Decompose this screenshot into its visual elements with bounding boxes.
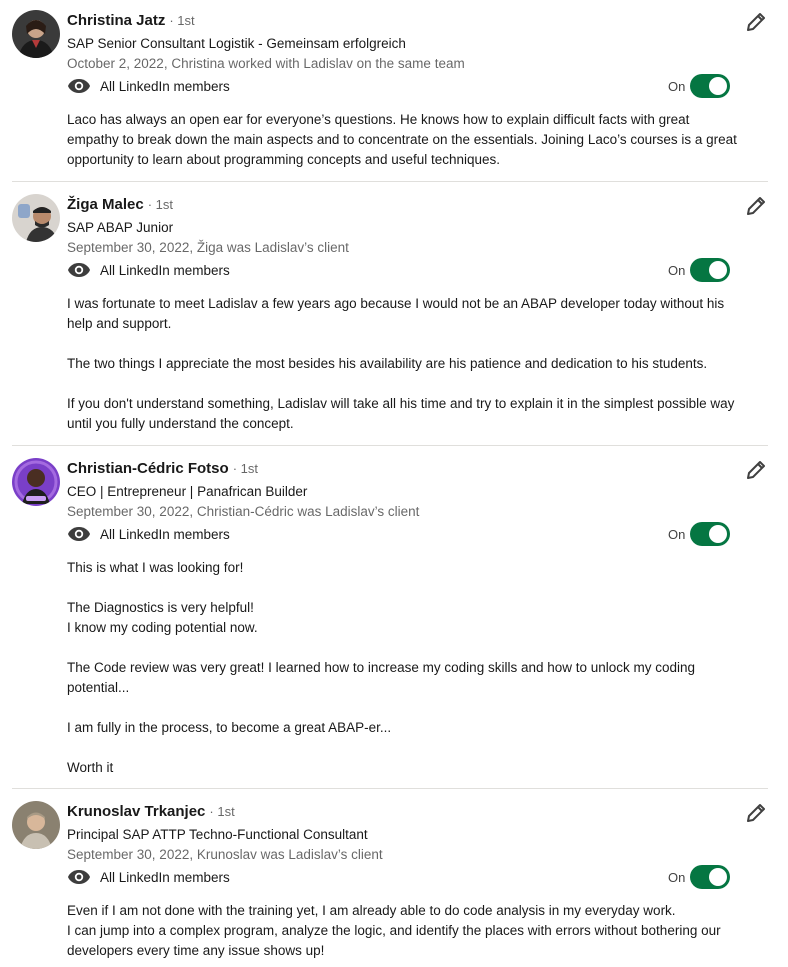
connection-degree: · 1st xyxy=(209,804,235,819)
recommendation-card: Žiga Malec · 1st SAP ABAP Junior Septembe… xyxy=(0,184,788,445)
visibility-label: All LinkedIn members xyxy=(100,526,230,542)
recommendation-meta: September 30, 2022, Christian-Cédric was… xyxy=(67,504,420,519)
visibility-label: All LinkedIn members xyxy=(100,262,230,278)
recommendation-paragraph: If you don't understand something, Ladis… xyxy=(67,396,735,431)
recommendation-text: Even if I am not done with the training … xyxy=(67,901,737,961)
toggle-knob xyxy=(709,261,727,279)
avatar[interactable] xyxy=(12,10,60,58)
toggle-label: On xyxy=(668,869,686,885)
visibility-label: All LinkedIn members xyxy=(100,78,230,94)
visibility-toggle[interactable]: On xyxy=(668,865,730,889)
recommendation-paragraph: Worth it xyxy=(67,760,114,775)
visibility-setting: All LinkedIn members xyxy=(67,261,230,279)
recommendation-text: I was fortunate to meet Ladislav a few y… xyxy=(67,294,737,434)
pencil-icon[interactable] xyxy=(744,458,768,482)
member-headline: SAP ABAP Junior xyxy=(67,220,174,235)
toggle-knob xyxy=(709,868,727,886)
recommendation-meta: September 30, 2022, Krunoslav was Ladisl… xyxy=(67,847,383,862)
divider xyxy=(12,181,768,182)
pencil-icon[interactable] xyxy=(744,194,768,218)
avatar[interactable] xyxy=(12,801,60,849)
pencil-icon[interactable] xyxy=(744,10,768,34)
recommendation-text: This is what I was looking for! The Diag… xyxy=(67,558,737,778)
toggle-switch[interactable] xyxy=(690,74,730,98)
connection-degree: · 1st xyxy=(232,461,258,476)
toggle-knob xyxy=(709,77,727,95)
member-headline: SAP Senior Consultant Logistik - Gemeins… xyxy=(67,36,406,51)
recommendation-meta: October 2, 2022, Christina worked with L… xyxy=(67,56,465,71)
visibility-toggle[interactable]: On xyxy=(668,74,730,98)
connection-degree: · 1st xyxy=(169,13,195,28)
eye-icon xyxy=(67,868,91,886)
eye-icon xyxy=(67,261,91,279)
divider xyxy=(12,788,768,789)
avatar[interactable] xyxy=(12,458,60,506)
recommendation-paragraph: Even if I am not done with the training … xyxy=(67,903,721,958)
member-headline: Principal SAP ATTP Techno-Functional Con… xyxy=(67,827,368,842)
member-name[interactable]: Christina Jatz · 1st xyxy=(67,12,195,29)
member-name[interactable]: Krunoslav Trkanjec · 1st xyxy=(67,803,235,820)
recommendation-text: Laco has always an open ear for everyone… xyxy=(67,110,737,170)
pencil-icon[interactable] xyxy=(744,801,768,825)
recommendation-paragraph: The two things I appreciate the most bes… xyxy=(67,356,708,371)
recommendation-paragraph: The Diagnostics is very helpful! I know … xyxy=(67,600,258,635)
eye-icon xyxy=(67,525,91,543)
visibility-setting: All LinkedIn members xyxy=(67,525,230,543)
toggle-label: On xyxy=(668,526,686,542)
toggle-switch[interactable] xyxy=(690,522,730,546)
member-name[interactable]: Christian-Cédric Fotso · 1st xyxy=(67,460,258,477)
recommendation-meta: September 30, 2022, Žiga was Ladislav’s … xyxy=(67,240,349,255)
member-headline: CEO | Entrepreneur | Panafrican Builder xyxy=(67,484,308,499)
toggle-switch[interactable] xyxy=(690,258,730,282)
recommendation-paragraph: I was fortunate to meet Ladislav a few y… xyxy=(67,296,725,331)
recommendation-card: Krunoslav Trkanjec · 1st Principal SAP AT… xyxy=(0,791,788,967)
recommendation-paragraph: Laco has always an open ear for everyone… xyxy=(67,112,737,167)
recommendation-card: Christina Jatz · 1st SAP Senior Consultan… xyxy=(0,0,788,181)
visibility-label: All LinkedIn members xyxy=(100,869,230,885)
recommendation-paragraph: This is what I was looking for! xyxy=(67,560,244,575)
divider xyxy=(12,445,768,446)
visibility-toggle[interactable]: On xyxy=(668,258,730,282)
visibility-setting: All LinkedIn members xyxy=(67,77,230,95)
eye-icon xyxy=(67,77,91,95)
visibility-setting: All LinkedIn members xyxy=(67,868,230,886)
recommendation-paragraph: The Code review was very great! I learne… xyxy=(67,660,696,695)
avatar[interactable] xyxy=(12,194,60,242)
connection-degree: · 1st xyxy=(147,197,173,212)
member-name[interactable]: Žiga Malec · 1st xyxy=(67,196,173,213)
recommendation-card: Christian-Cédric Fotso · 1st CEO | Entrep… xyxy=(0,448,788,788)
toggle-switch[interactable] xyxy=(690,865,730,889)
visibility-toggle[interactable]: On xyxy=(668,522,730,546)
toggle-label: On xyxy=(668,262,686,278)
recommendation-paragraph: I am fully in the process, to become a g… xyxy=(67,720,392,735)
toggle-knob xyxy=(709,525,727,543)
toggle-label: On xyxy=(668,78,686,94)
